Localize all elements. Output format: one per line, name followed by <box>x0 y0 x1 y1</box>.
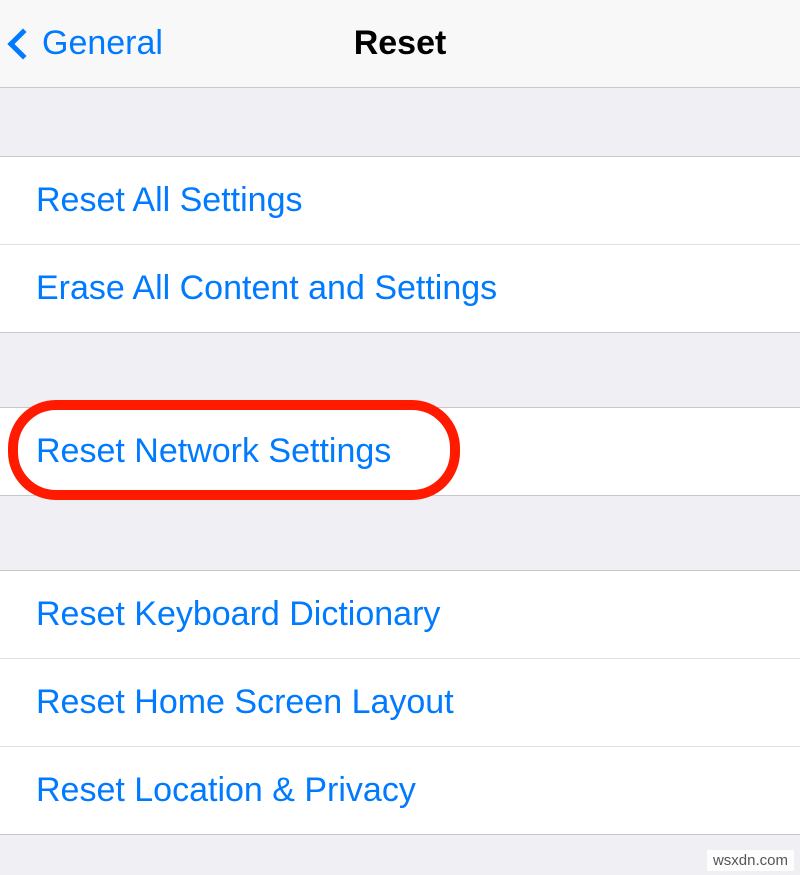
settings-group: Reset Network Settings <box>0 407 800 496</box>
row-label: Reset Network Settings <box>36 432 391 470</box>
row-label: Reset Location & Privacy <box>36 771 416 809</box>
row-label: Reset Keyboard Dictionary <box>36 595 440 633</box>
settings-group: Reset Keyboard Dictionary Reset Home Scr… <box>0 570 800 835</box>
reset-keyboard-dictionary-row[interactable]: Reset Keyboard Dictionary <box>0 571 800 659</box>
section-spacer <box>0 496 800 570</box>
section-spacer <box>0 88 800 156</box>
navbar: General Reset <box>0 0 800 88</box>
section-spacer <box>0 333 800 407</box>
settings-group: Reset All Settings Erase All Content and… <box>0 156 800 333</box>
watermark: wsxdn.com <box>707 850 794 871</box>
row-label: Reset All Settings <box>36 181 302 219</box>
row-label: Reset Home Screen Layout <box>36 683 454 721</box>
chevron-left-icon <box>7 28 38 59</box>
reset-all-settings-row[interactable]: Reset All Settings <box>0 157 800 245</box>
erase-all-content-row[interactable]: Erase All Content and Settings <box>0 245 800 332</box>
back-button[interactable]: General <box>0 24 163 63</box>
reset-network-settings-row[interactable]: Reset Network Settings <box>0 408 800 495</box>
back-label: General <box>42 24 163 63</box>
reset-location-privacy-row[interactable]: Reset Location & Privacy <box>0 747 800 834</box>
page-title: Reset <box>354 24 447 63</box>
row-label: Erase All Content and Settings <box>36 269 497 307</box>
reset-home-screen-layout-row[interactable]: Reset Home Screen Layout <box>0 659 800 747</box>
